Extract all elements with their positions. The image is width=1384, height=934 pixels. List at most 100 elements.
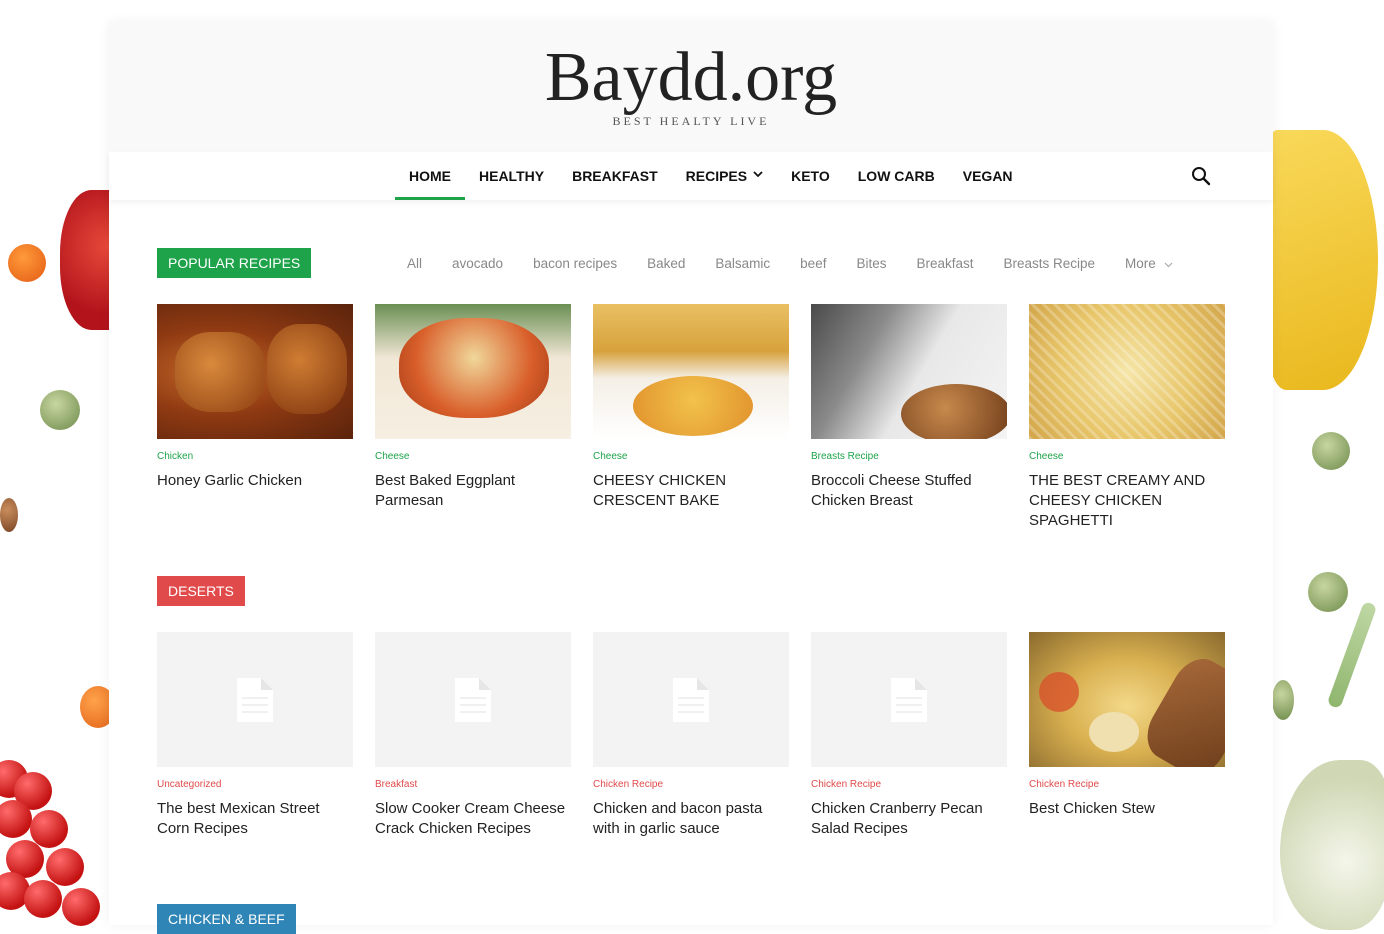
post-thumbnail[interactable] xyxy=(811,632,1007,767)
post-title[interactable]: Best Baked Eggplant Parmesan xyxy=(375,471,571,511)
nav-item-label: HEALTHY xyxy=(479,168,545,184)
post-title[interactable]: Chicken Cranberry Pecan Salad Recipes xyxy=(811,799,1007,839)
document-placeholder-icon xyxy=(455,678,491,722)
brussels-sprout-decoration xyxy=(1308,572,1348,612)
popular-recipes-label: POPULAR RECIPES xyxy=(157,248,312,278)
filter-breakfast[interactable]: Breakfast xyxy=(901,256,988,271)
nav-item-label: LOW CARB xyxy=(857,168,935,184)
nav-item-breakfast[interactable]: BREAKFAST xyxy=(558,152,672,200)
filter-bacon-recipes[interactable]: bacon recipes xyxy=(518,256,632,271)
post-thumbnail[interactable] xyxy=(1029,632,1225,767)
nav-item-label: RECIPES xyxy=(685,168,748,184)
nav-item-label: KETO xyxy=(791,168,830,184)
document-placeholder-icon xyxy=(673,678,709,722)
post-thumbnail[interactable] xyxy=(157,304,353,439)
post-category[interactable]: Breasts Recipe xyxy=(811,451,1007,465)
popular-filters: All avocado bacon recipes Baked Balsamic… xyxy=(392,248,1188,278)
post-title[interactable]: Slow Cooker Cream Cheese Crack Chicken R… xyxy=(375,799,571,839)
post-title[interactable]: THE BEST CREAMY AND CHEESY CHICKEN SPAGH… xyxy=(1029,471,1225,531)
post-category[interactable]: Chicken Recipe xyxy=(811,779,1007,793)
post-card: Breasts Recipe Broccoli Cheese Stuffed C… xyxy=(811,304,1007,531)
filter-baked[interactable]: Baked xyxy=(632,256,700,271)
filter-balsamic[interactable]: Balsamic xyxy=(700,256,785,271)
filter-avocado[interactable]: avocado xyxy=(437,256,518,271)
brussels-sprout-decoration xyxy=(1312,432,1350,470)
post-category[interactable]: Cheese xyxy=(593,451,789,465)
celery-decoration xyxy=(1326,600,1378,710)
nav-item-label: VEGAN xyxy=(962,168,1013,184)
filter-label: Breasts Recipe xyxy=(1003,255,1096,271)
post-card: Breakfast Slow Cooker Cream Cheese Crack… xyxy=(375,632,571,839)
filter-label: Balsamic xyxy=(715,255,771,271)
post-title[interactable]: CHEESY CHICKEN CRESCENT BAKE xyxy=(593,471,789,511)
nav-item-recipes[interactable]: RECIPES xyxy=(672,152,777,200)
deserts-grid: Uncategorized The best Mexican Street Co… xyxy=(157,632,1225,839)
post-title[interactable]: Chicken and bacon pasta with in garlic s… xyxy=(593,799,789,839)
filter-label: Breakfast xyxy=(916,255,974,271)
post-thumbnail[interactable] xyxy=(593,304,789,439)
post-card: Cheese THE BEST CREAMY AND CHEESY CHICKE… xyxy=(1029,304,1225,531)
chicken-beef-label: CHICKEN & BEEF xyxy=(157,904,296,934)
nav-item-healthy[interactable]: HEALTHY xyxy=(465,152,558,200)
post-thumbnail[interactable] xyxy=(1029,304,1225,439)
post-thumbnail[interactable] xyxy=(375,304,571,439)
nav-item-low-carb[interactable]: LOW CARB xyxy=(844,152,949,200)
nav-menu: HOME HEALTHY BREAKFAST RECIPES KETO LOW … xyxy=(395,152,1027,200)
nav-item-vegan[interactable]: VEGAN xyxy=(949,152,1027,200)
nav-item-keto[interactable]: KETO xyxy=(777,152,844,200)
filter-label: More xyxy=(1125,255,1156,271)
banana-decoration xyxy=(1268,130,1378,390)
site-tagline: BEST HEALTY LIVE xyxy=(612,114,770,128)
post-card: Cheese Best Baked Eggplant Parmesan xyxy=(375,304,571,531)
post-category[interactable]: Chicken Recipe xyxy=(593,779,789,793)
post-thumbnail[interactable] xyxy=(157,632,353,767)
post-thumbnail[interactable] xyxy=(593,632,789,767)
post-thumbnail[interactable] xyxy=(811,304,1007,439)
post-title[interactable]: The best Mexican Street Corn Recipes xyxy=(157,799,353,839)
page-container: Baydd.org BEST HEALTY LIVE HOME HEALTHY … xyxy=(109,22,1273,934)
filter-label: All xyxy=(407,255,423,271)
filter-bites[interactable]: Bites xyxy=(841,256,901,271)
brussels-sprout-decoration xyxy=(1272,680,1294,720)
search-icon[interactable] xyxy=(1189,164,1213,188)
brussels-sprout-decoration xyxy=(40,390,80,430)
post-card: Chicken Recipe Chicken Cranberry Pecan S… xyxy=(811,632,1007,839)
filter-label: Bites xyxy=(856,255,887,271)
post-category[interactable]: Chicken Recipe xyxy=(1029,779,1225,793)
post-card: Chicken Recipe Best Chicken Stew xyxy=(1029,632,1225,839)
fennel-decoration xyxy=(1280,760,1384,930)
almond-decoration xyxy=(0,498,18,532)
cherry-tomatoes-decoration xyxy=(0,760,110,930)
post-card: Chicken Recipe Chicken and bacon pasta w… xyxy=(593,632,789,839)
document-placeholder-icon xyxy=(891,678,927,722)
document-placeholder-icon xyxy=(237,678,273,722)
post-thumbnail[interactable] xyxy=(375,632,571,767)
nav-item-label: HOME xyxy=(409,168,451,184)
popular-grid: Chicken Honey Garlic Chicken Cheese Best… xyxy=(157,304,1225,531)
chevron-down-icon xyxy=(1162,260,1174,270)
filter-all[interactable]: All xyxy=(392,256,437,271)
post-card: Cheese CHEESY CHICKEN CRESCENT BAKE xyxy=(593,304,789,531)
post-title[interactable]: Broccoli Cheese Stuffed Chicken Breast xyxy=(811,471,1007,511)
filter-label: bacon recipes xyxy=(533,255,618,271)
post-card: Uncategorized The best Mexican Street Co… xyxy=(157,632,353,839)
post-category[interactable]: Cheese xyxy=(1029,451,1225,465)
main-nav: HOME HEALTHY BREAKFAST RECIPES KETO LOW … xyxy=(109,152,1273,200)
site-logo[interactable]: Baydd.org xyxy=(109,40,1273,116)
filter-beef[interactable]: beef xyxy=(785,256,841,271)
post-category[interactable]: Uncategorized xyxy=(157,779,353,793)
post-category[interactable]: Cheese xyxy=(375,451,571,465)
post-card: Chicken Honey Garlic Chicken xyxy=(157,304,353,531)
filter-label: avocado xyxy=(452,255,504,271)
post-title[interactable]: Best Chicken Stew xyxy=(1029,799,1225,819)
filter-label: beef xyxy=(800,255,827,271)
nav-item-home[interactable]: HOME xyxy=(395,152,465,200)
filter-breasts-recipe[interactable]: Breasts Recipe xyxy=(989,256,1111,271)
post-category[interactable]: Breakfast xyxy=(375,779,571,793)
filter-more[interactable]: More xyxy=(1110,256,1188,271)
post-title[interactable]: Honey Garlic Chicken xyxy=(157,471,353,491)
deserts-label: DESERTS xyxy=(157,576,245,606)
nav-item-label: BREAKFAST xyxy=(572,168,658,184)
post-category[interactable]: Chicken xyxy=(157,451,353,465)
tomato-decoration xyxy=(8,244,46,282)
